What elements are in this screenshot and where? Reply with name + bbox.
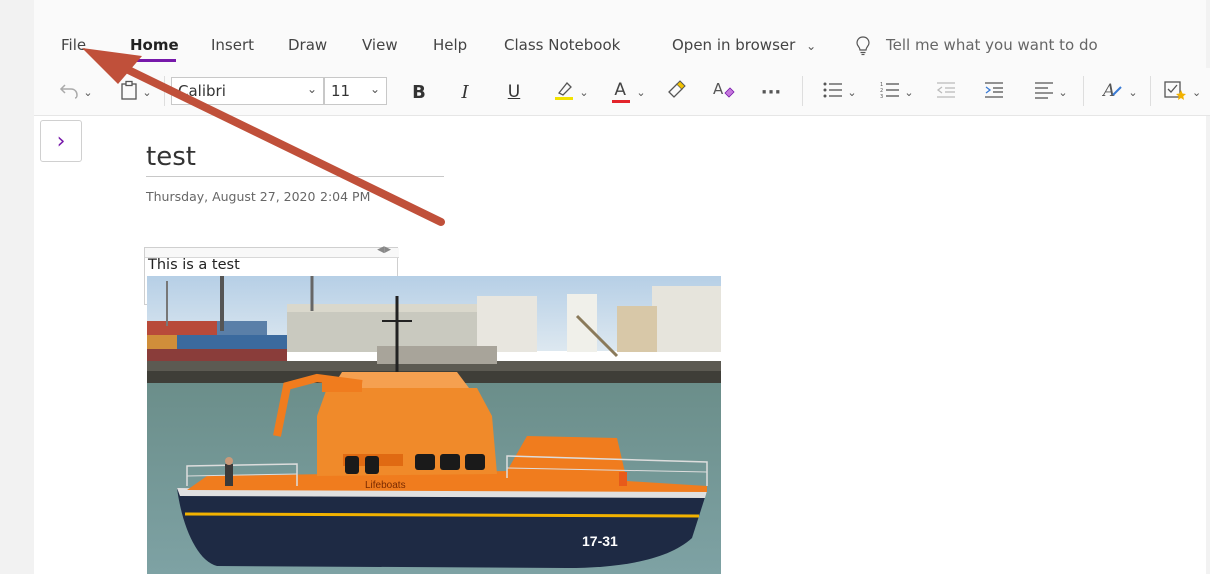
font-color-button[interactable]: A ⌄	[606, 80, 650, 104]
hull-number: 17-31	[582, 533, 618, 549]
clipboard-icon	[120, 80, 138, 104]
svg-text:A: A	[713, 80, 724, 98]
font-size-dropdown[interactable]: 11 ⌄	[324, 77, 387, 105]
more-options-button[interactable]: ···	[759, 80, 783, 104]
paste-button[interactable]: ⌄	[114, 80, 158, 104]
indent-button[interactable]	[982, 80, 1006, 104]
chevron-down-icon: ⌄	[806, 39, 817, 53]
outdent-button[interactable]	[934, 80, 958, 104]
menu-bar	[0, 0, 1210, 68]
tab-file[interactable]: File	[61, 36, 86, 54]
left-edge	[0, 0, 34, 574]
tab-insert[interactable]: Insert	[211, 36, 254, 54]
numbered-list-icon: 123	[880, 81, 900, 103]
undo-icon	[59, 81, 79, 103]
chevron-down-icon: ⌄	[1058, 85, 1068, 99]
italic-button[interactable]: I	[455, 80, 475, 104]
svg-text:A: A	[1102, 81, 1115, 101]
chevron-down-icon: ⌄	[83, 85, 93, 99]
boat-label: Lifeboats	[365, 480, 406, 491]
font-name-value: Calibri	[178, 82, 226, 100]
lightbulb-icon	[856, 36, 870, 60]
chevron-down-icon: ⌄	[306, 82, 317, 96]
active-tab-indicator	[130, 59, 176, 62]
chevron-down-icon: ⌄	[1128, 85, 1138, 99]
ribbon-divider	[1150, 76, 1151, 106]
indent-icon	[984, 81, 1004, 103]
chevron-down-icon: ⌄	[369, 82, 380, 96]
tab-draw[interactable]: Draw	[288, 36, 327, 54]
page-title[interactable]: test	[146, 142, 196, 172]
format-painter-icon	[666, 80, 686, 104]
format-painter-button[interactable]	[664, 80, 688, 104]
tag-button[interactable]: ⌄	[1164, 80, 1208, 104]
clear-formatting-button[interactable]: A	[710, 80, 736, 104]
chevron-down-icon: ⌄	[847, 85, 857, 99]
chevron-down-icon: ⌄	[579, 85, 589, 99]
expand-navigation-button[interactable]: ›	[40, 120, 82, 162]
resize-handle-icon[interactable]: ◀▶	[377, 245, 391, 255]
font-color-icon: A	[610, 80, 632, 104]
underline-button[interactable]: U	[503, 80, 525, 104]
styles-button[interactable]: A ⌄	[1098, 80, 1142, 104]
clear-formatting-icon: A	[711, 79, 735, 105]
ribbon-divider	[1083, 76, 1084, 106]
paragraph-align-button[interactable]: ⌄	[1029, 80, 1073, 104]
bullets-button[interactable]: ⌄	[819, 80, 861, 104]
tab-class-notebook[interactable]: Class Notebook	[504, 36, 620, 54]
ribbon-divider	[164, 76, 165, 106]
bold-button[interactable]: B	[408, 80, 430, 104]
chevron-down-icon: ⌄	[1192, 85, 1202, 99]
tell-me-search[interactable]: Tell me what you want to do	[886, 36, 1098, 54]
open-in-browser-button[interactable]: Open in browser ⌄	[672, 36, 816, 54]
chevron-right-icon: ›	[56, 128, 66, 154]
undo-button[interactable]: ⌄	[55, 80, 97, 104]
numbering-button[interactable]: 123 ⌄	[876, 80, 918, 104]
tab-home[interactable]: Home	[130, 36, 179, 54]
bulleted-list-icon	[823, 81, 843, 103]
svg-text:3: 3	[880, 94, 883, 99]
tab-view[interactable]: View	[362, 36, 398, 54]
page-time: 2:04 PM	[320, 189, 371, 204]
paragraph-align-icon	[1034, 81, 1054, 103]
chevron-down-icon: ⌄	[142, 85, 152, 99]
title-underline	[146, 176, 444, 177]
tab-help[interactable]: Help	[433, 36, 467, 54]
highlight-button[interactable]: ⌄	[549, 80, 593, 104]
note-text[interactable]: This is a test	[148, 257, 240, 273]
styles-icon: A	[1101, 79, 1124, 105]
lifeboat-photo[interactable]: Lifeboats 17-31	[147, 276, 721, 574]
font-name-dropdown[interactable]: Calibri ⌄	[171, 77, 324, 105]
outdent-icon	[936, 81, 956, 103]
highlighter-icon	[553, 79, 575, 105]
ribbon-divider	[802, 76, 803, 106]
chevron-down-icon: ⌄	[904, 85, 914, 99]
open-in-browser-label: Open in browser	[672, 36, 796, 54]
page-date: Thursday, August 27, 2020	[146, 189, 316, 204]
font-size-value: 11	[331, 82, 351, 100]
chevron-down-icon: ⌄	[636, 85, 646, 99]
tag-icon	[1164, 79, 1188, 105]
